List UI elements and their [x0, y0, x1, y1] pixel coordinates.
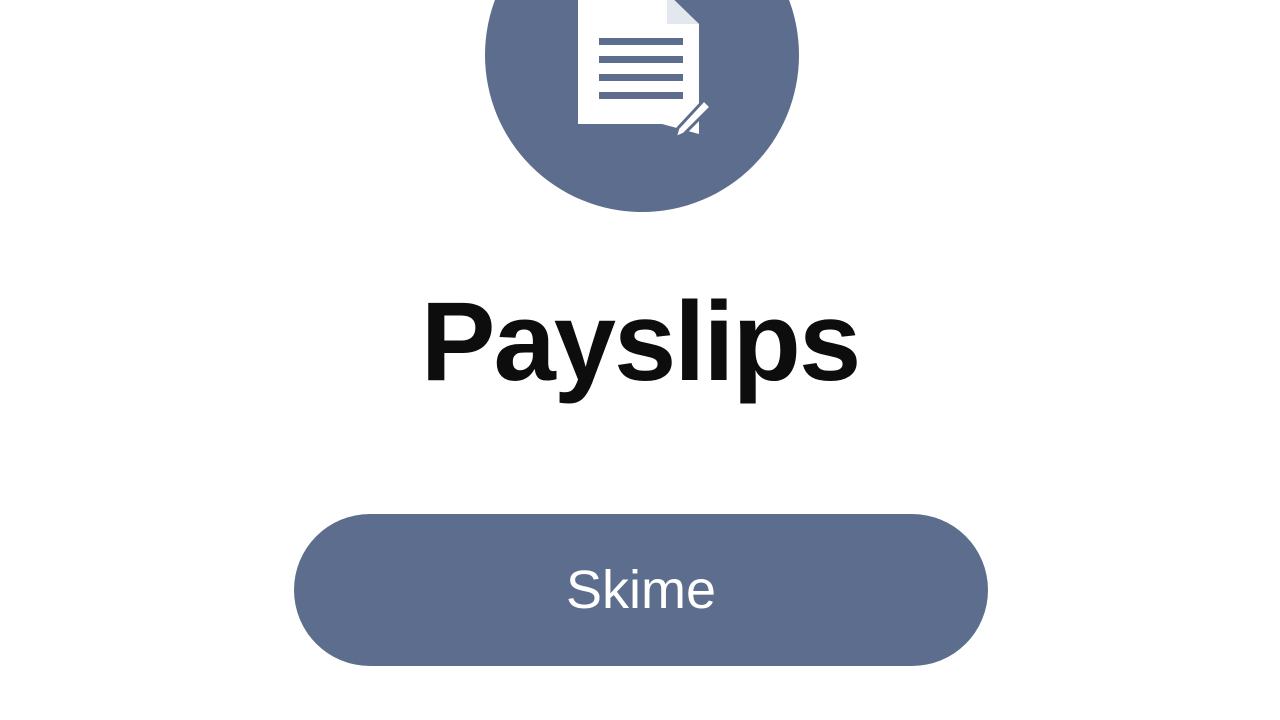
- app-logo: [485, 0, 799, 212]
- page-title: Payslips: [420, 279, 862, 404]
- document-pencil-icon: [578, 0, 714, 141]
- app-screen: Payslips Skime: [0, 0, 1280, 720]
- primary-action-button[interactable]: Skime: [294, 514, 988, 666]
